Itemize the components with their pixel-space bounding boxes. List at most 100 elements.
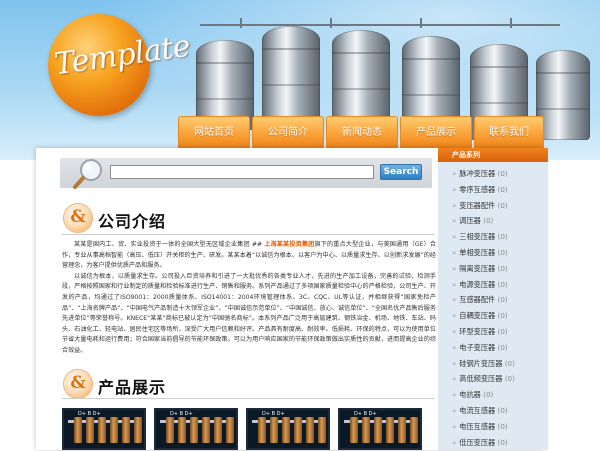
sidebar-item[interactable]: » 变压器配件 (0) [438, 198, 548, 214]
arrow-icon: » [452, 233, 457, 242]
category-count: (0) [497, 169, 508, 178]
sidebar-item[interactable]: » 环型变压器 (0) [438, 324, 548, 340]
arrow-icon: » [452, 264, 457, 273]
category-name: 三相变压器 [459, 232, 496, 242]
category-name: 电源变压器 [459, 279, 496, 289]
about-body: 某某是国内工、贸、实业投资于一体的全国大型无区域企业集团 ## 上海某某投资集团… [62, 240, 436, 357]
search-bar: Search [60, 158, 432, 189]
arrow-icon: » [452, 406, 457, 415]
category-count: (0) [497, 247, 508, 257]
section-icon: & [64, 204, 92, 232]
arrow-icon: » [452, 248, 457, 257]
product-thumbnail[interactable]: D+ B D+ [338, 408, 422, 450]
nav-products[interactable]: 产品展示 [400, 116, 472, 148]
section-icon: & [64, 370, 92, 398]
catwalk-post [240, 18, 242, 28]
category-count: (0) [483, 216, 494, 226]
category-name: 电流互感器 [459, 405, 496, 415]
product-thumbnail[interactable]: D+ B D+ [62, 408, 146, 450]
nav-about[interactable]: 公司简介 [252, 116, 324, 148]
category-name: 低压变压器 [459, 437, 496, 447]
catwalk-post [420, 18, 422, 28]
sidebar-item[interactable]: » 零序互感器 (0) [438, 182, 548, 198]
category-list: » 脉冲变压器 (0) » 零序互感器 (0) » 变压器配件 (0) » 调压器 (0… [438, 162, 548, 450]
main-nav: 网站首页 公司简介 新闻动态 产品展示 联系我们 [178, 116, 546, 148]
category-name: 隔离变压器 [459, 263, 496, 273]
sidebar-title: 产品系列 [438, 148, 548, 162]
sidebar-item[interactable]: » 三相变压器 (0) [438, 229, 548, 245]
category-count: (0) [497, 200, 508, 210]
arrow-icon: » [452, 359, 457, 368]
arrow-icon: » [452, 201, 457, 210]
sidebar-item[interactable]: » 互感器配件 (0) [438, 292, 548, 308]
about-paragraph: 某某是国内工、贸、实业投资于一体的全国大型无区域企业集团 ## 上海某某投资集团… [62, 240, 436, 272]
category-count: (0) [497, 232, 508, 242]
category-count: (0) [504, 374, 515, 384]
category-count: (0) [497, 405, 508, 415]
category-count: (0) [504, 358, 515, 368]
sidebar-item[interactable]: » 低压变压器 (0) [438, 435, 548, 451]
sidebar-item[interactable]: » 电流互感器 (0) [438, 403, 548, 419]
coil [410, 417, 418, 443]
sidebar-item[interactable]: » 脉冲变压器 (0) [438, 166, 548, 182]
sidebar-item[interactable]: » 电源变压器 (0) [438, 277, 548, 293]
category-count: (0) [497, 421, 508, 431]
sidebar-item[interactable]: » 电子变压器 (0) [438, 340, 548, 356]
sidebar-item[interactable]: » 调压器 (0) [438, 213, 548, 229]
arrow-icon: » [452, 296, 457, 305]
arrow-icon: » [452, 217, 457, 226]
category-name: 高低频变压器 [459, 374, 503, 384]
category-count: (0) [497, 263, 508, 273]
category-name: 变压器配件 [459, 200, 496, 210]
category-name: 脉冲变压器 [459, 169, 496, 178]
magnifier-icon [73, 159, 102, 189]
coil [386, 417, 394, 443]
coil [74, 417, 82, 443]
products-title: 产品展示 [98, 378, 167, 397]
search-input[interactable] [110, 165, 374, 179]
coil [398, 417, 406, 443]
nav-home[interactable]: 网站首页 [178, 116, 250, 148]
sidebar-item[interactable]: » 电抗器 (0) [438, 387, 548, 403]
category-count: (0) [497, 342, 508, 352]
coil [86, 417, 94, 443]
nav-contact[interactable]: 联系我们 [474, 116, 544, 148]
coil [350, 417, 358, 443]
category-count: (0) [497, 311, 508, 321]
sidebar-item[interactable]: » 硅钢片变压器 (0) [438, 356, 548, 372]
category-count: (0) [483, 390, 494, 400]
about-text-part: 某某是国内工、贸、实业投资于一体的全国大型无区域企业集团 ## [74, 241, 265, 248]
sidebar-item[interactable]: » 电压互感器 (0) [438, 419, 548, 435]
coil [294, 417, 302, 443]
product-thumbnail[interactable]: D+ B D+ [154, 408, 238, 450]
arrow-icon: » [452, 327, 457, 336]
nav-news[interactable]: 新闻动态 [326, 116, 398, 148]
coil [190, 417, 198, 443]
coil [134, 417, 142, 443]
category-name: 环型变压器 [459, 326, 496, 336]
category-name: 电压互感器 [459, 421, 496, 431]
coil [214, 417, 222, 443]
search-button[interactable]: Search [380, 164, 422, 180]
sidebar-item[interactable]: » 隔离变压器 (0) [438, 261, 548, 277]
sidebar-item[interactable]: » 单相变压器 (0) [438, 245, 548, 261]
arrow-icon: » [452, 438, 457, 447]
category-name: 零序互感器 [459, 184, 496, 194]
category-name: 电抗器 [459, 390, 481, 400]
arrow-icon: » [452, 422, 457, 431]
catwalk-post [330, 18, 332, 28]
coil [226, 417, 234, 443]
category-name: 单相变压器 [459, 247, 496, 257]
about-paragraph: 以诚信为根本，以质量求生存。公司投入巨资培养和引进了一大批优秀的各类专业人才，先… [62, 272, 436, 354]
category-name: 互感器配件 [459, 295, 496, 305]
category-count: (0) [497, 326, 508, 336]
sidebar-item[interactable]: » 自耦变压器 (0) [438, 308, 548, 324]
category-name: 硅钢片变压器 [459, 358, 503, 368]
catwalk-rail [200, 24, 560, 26]
sidebar-item[interactable]: » 高低频变压器 (0) [438, 371, 548, 387]
coil [202, 417, 210, 443]
arrow-icon: » [452, 170, 457, 178]
coil [166, 417, 174, 443]
company-link[interactable]: 上海某某投资集团 [264, 241, 314, 248]
product-thumbnail[interactable]: D+ B D+ [246, 408, 330, 450]
